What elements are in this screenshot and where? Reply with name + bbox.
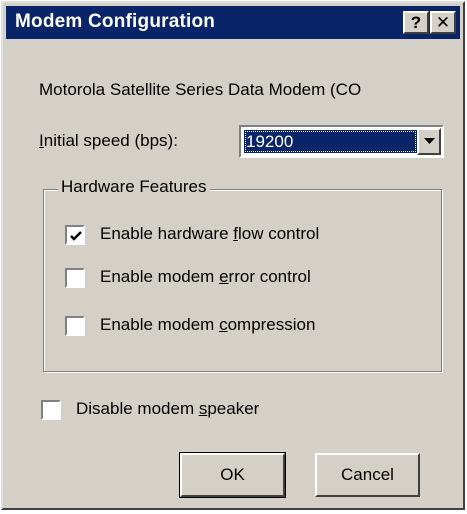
modem-error-control-label: Enable modem error control	[100, 267, 311, 286]
hardware-flow-control-checkbox[interactable]	[65, 225, 85, 245]
checkmark-icon	[70, 231, 82, 241]
ok-button[interactable]: OK	[179, 452, 286, 498]
hardware-features-title: Hardware Features	[58, 177, 210, 197]
modem-compression-label: Enable modem compression	[100, 315, 316, 334]
modem-compression-checkbox[interactable]	[65, 316, 85, 336]
device-name: Motorola Satellite Series Data Modem (CO	[39, 80, 362, 99]
modem-configuration-dialog: Modem Configuration ? ✕ Motorola Satelli…	[1, 1, 465, 510]
disable-speaker-checkbox[interactable]	[41, 400, 61, 420]
initial-speed-label: Initial speed (bps):	[39, 131, 178, 150]
help-button[interactable]: ?	[403, 11, 429, 34]
window-title: Modem Configuration	[15, 11, 216, 32]
initial-speed-value: 19200	[244, 130, 417, 153]
close-icon: ✕	[435, 13, 451, 32]
initial-speed-select[interactable]: 19200	[239, 125, 444, 158]
modem-error-control-checkbox[interactable]	[65, 268, 85, 288]
speed-dropdown-button[interactable]	[417, 128, 441, 155]
title-bar: Modem Configuration ? ✕	[6, 6, 460, 39]
hardware-flow-control-label: Enable hardware flow control	[100, 224, 320, 243]
disable-speaker-label: Disable modem speaker	[76, 399, 260, 418]
close-button[interactable]: ✕	[430, 11, 456, 34]
cancel-button[interactable]: Cancel	[315, 453, 420, 497]
chevron-down-icon	[424, 138, 435, 144]
